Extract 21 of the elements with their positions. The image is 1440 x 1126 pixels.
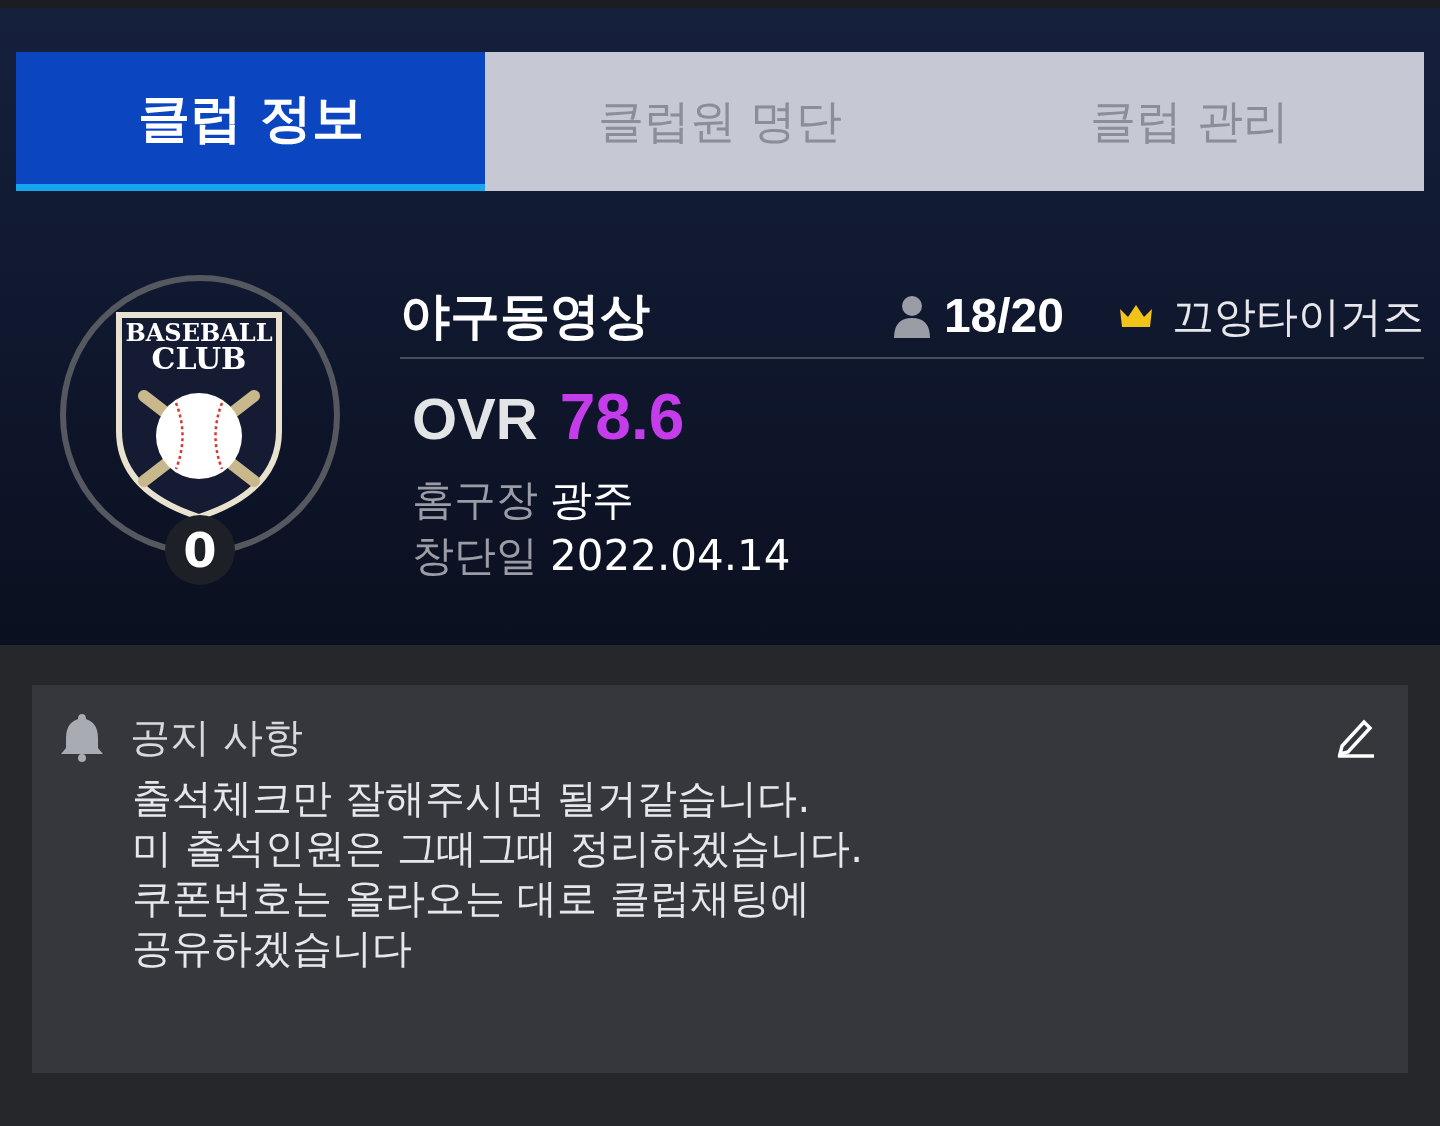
notice-text: 출석체크만 잘해주시면 될거같습니다.	[132, 774, 812, 823]
leader-name: 끄앙타이거즈	[1172, 290, 1424, 343]
notice-title: 공지 사항	[130, 713, 304, 762]
bell-icon	[60, 712, 104, 762]
tab[interactable]: 클럽 정보	[16, 52, 486, 191]
detail-value: 2022.04.14	[550, 529, 791, 582]
notice-text: 공유하겠습니다	[132, 924, 413, 973]
crown-icon	[1118, 303, 1154, 329]
ovr-value: 78.6	[559, 380, 685, 455]
tab[interactable]: 클럽원 명단	[485, 52, 955, 191]
club-name: 야구동영상	[400, 285, 651, 347]
ovr-label: OVR	[412, 385, 538, 453]
person-icon	[891, 294, 932, 338]
notice-text: 쿠폰번호는 올라오는 대로 클럽채팅에	[132, 874, 812, 923]
detail-label: 창단일	[412, 529, 539, 582]
member-count: 18/20	[943, 288, 1064, 344]
level-badge: 0	[165, 515, 235, 585]
tab[interactable]: 클럽 관리	[954, 52, 1424, 191]
detail-value: 광주	[550, 473, 634, 526]
detail-label: 홈구장	[412, 473, 539, 526]
notice-text: 미 출석인원은 그때그때 정리하겠습니다.	[132, 824, 864, 873]
